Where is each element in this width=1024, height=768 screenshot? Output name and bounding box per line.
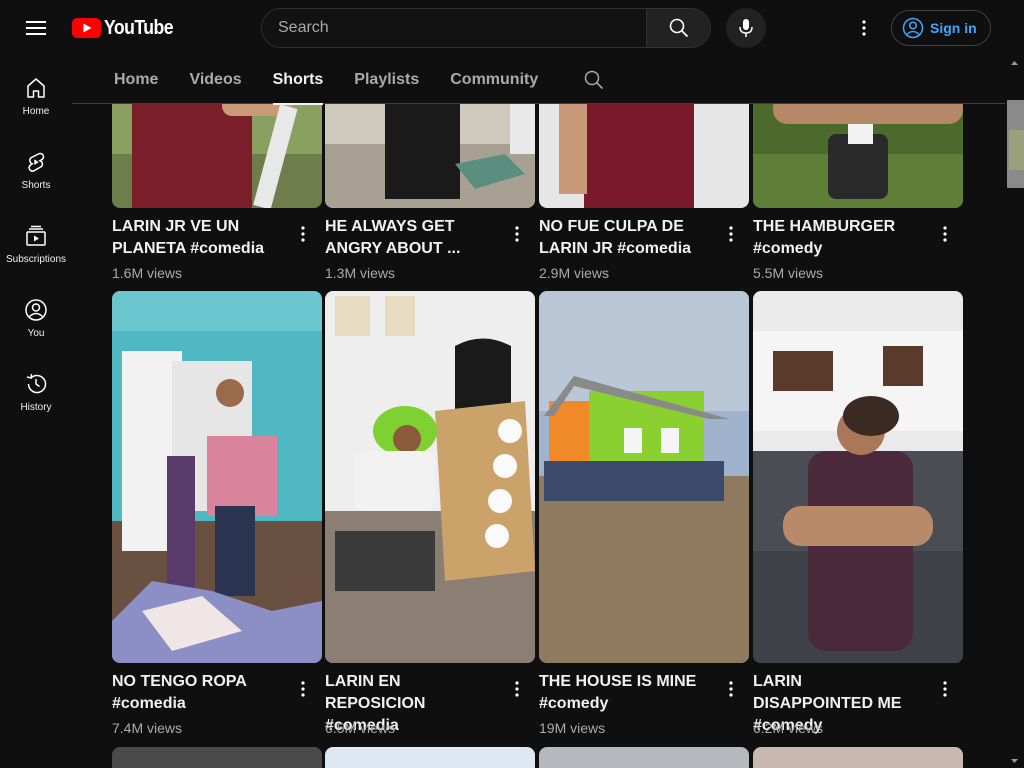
- logo-text: YouTube: [104, 16, 174, 39]
- short-thumbnail[interactable]: [112, 291, 322, 663]
- short-views: 19M views: [539, 720, 606, 736]
- short-views: 5.5M views: [753, 265, 824, 281]
- tab-shorts[interactable]: Shorts: [272, 56, 323, 105]
- more-vert-icon[interactable]: [291, 677, 315, 701]
- sidebar-item-history[interactable]: History: [0, 352, 72, 426]
- search-icon: [669, 18, 688, 38]
- search-button[interactable]: [646, 9, 710, 47]
- short-views: 1.3M views: [325, 265, 396, 281]
- sidebar-item-home[interactable]: Home: [0, 56, 72, 130]
- more-vert-icon[interactable]: [933, 222, 957, 246]
- short-thumbnail[interactable]: [753, 104, 963, 208]
- short-title[interactable]: HE ALWAYS GET ANGRY ABOUT ...: [325, 216, 495, 260]
- sidebar-item-label: History: [20, 402, 52, 413]
- more-vert-icon[interactable]: [291, 222, 315, 246]
- history-icon: [26, 373, 47, 394]
- tab-playlists[interactable]: Playlists: [354, 56, 419, 104]
- mini-guide: Home Shorts Subscriptions You History: [0, 56, 72, 768]
- sidebar-item-subscriptions[interactable]: Subscriptions: [0, 204, 72, 278]
- sign-in-label: Sign in: [930, 20, 977, 36]
- account-circle-icon: [902, 17, 924, 39]
- scroll-up-arrow-icon[interactable]: [1005, 58, 1024, 68]
- you-icon: [25, 299, 47, 321]
- more-vert-icon[interactable]: [505, 222, 529, 246]
- short-views: 2.9M views: [539, 265, 610, 281]
- sidebar-item-label: Home: [22, 106, 50, 117]
- sidebar-item-label: Shorts: [21, 180, 51, 191]
- tab-home[interactable]: Home: [114, 56, 158, 104]
- more-vert-icon[interactable]: [505, 677, 529, 701]
- search-box: [261, 8, 711, 48]
- short-thumbnail[interactable]: [753, 291, 963, 663]
- short-views: 7.4M views: [112, 720, 183, 736]
- sidebar-item-shorts[interactable]: Shorts: [0, 130, 72, 204]
- shorts-icon: [28, 152, 45, 172]
- short-thumbnail[interactable]: [112, 104, 322, 208]
- sidebar-item-you[interactable]: You: [0, 278, 72, 352]
- more-vert-icon: [862, 20, 866, 36]
- sign-in-button[interactable]: Sign in: [891, 10, 991, 46]
- more-vert-icon[interactable]: [719, 677, 743, 701]
- masthead: YouTube Sign in: [0, 0, 1024, 56]
- channel-tabs: Home Videos Shorts Playlists Community: [72, 56, 1005, 105]
- subscriptions-icon: [26, 225, 46, 246]
- short-thumbnail[interactable]: [325, 747, 535, 768]
- menu-icon[interactable]: [16, 8, 56, 48]
- short-thumbnail[interactable]: [539, 291, 749, 663]
- tab-community[interactable]: Community: [450, 56, 538, 104]
- channel-search-button[interactable]: [574, 60, 614, 100]
- short-title[interactable]: NO FUE CULPA DE LARIN JR #comedia: [539, 216, 709, 260]
- youtube-play-icon: [72, 18, 101, 38]
- youtube-logo[interactable]: YouTube: [72, 16, 182, 40]
- short-thumbnail[interactable]: [325, 104, 535, 208]
- scrollbar-thumb[interactable]: [1007, 100, 1024, 188]
- short-title[interactable]: THE HAMBURGER #comedy: [753, 216, 923, 260]
- short-views: 6.2M views: [753, 720, 824, 736]
- settings-more-button[interactable]: [844, 8, 884, 48]
- tab-videos[interactable]: Videos: [189, 56, 241, 104]
- short-thumbnail[interactable]: [539, 747, 749, 768]
- short-thumbnail[interactable]: [539, 104, 749, 208]
- short-title[interactable]: THE HOUSE IS MINE #comedy: [539, 671, 709, 715]
- sidebar-item-label: You: [27, 328, 45, 339]
- scroll-down-arrow-icon[interactable]: [1005, 756, 1024, 766]
- home-icon: [27, 78, 45, 98]
- short-thumbnail[interactable]: [325, 291, 535, 663]
- microphone-icon: [739, 19, 753, 37]
- shorts-grid: LARIN JR VE UN PLANETA #comedia 1.6M vie…: [72, 104, 1005, 768]
- short-views: 6.5M views: [325, 720, 396, 736]
- short-title[interactable]: LARIN JR VE UN PLANETA #comedia: [112, 216, 282, 260]
- sidebar-item-label: Subscriptions: [5, 254, 67, 265]
- voice-search-button[interactable]: [726, 8, 766, 48]
- short-title[interactable]: NO TENGO ROPA #comedia: [112, 671, 282, 715]
- more-vert-icon[interactable]: [933, 677, 957, 701]
- short-views: 1.6M views: [112, 265, 183, 281]
- search-icon: [584, 70, 604, 89]
- search-input[interactable]: [262, 9, 646, 47]
- short-thumbnail[interactable]: [112, 747, 322, 768]
- short-thumbnail[interactable]: [753, 747, 963, 768]
- more-vert-icon[interactable]: [719, 222, 743, 246]
